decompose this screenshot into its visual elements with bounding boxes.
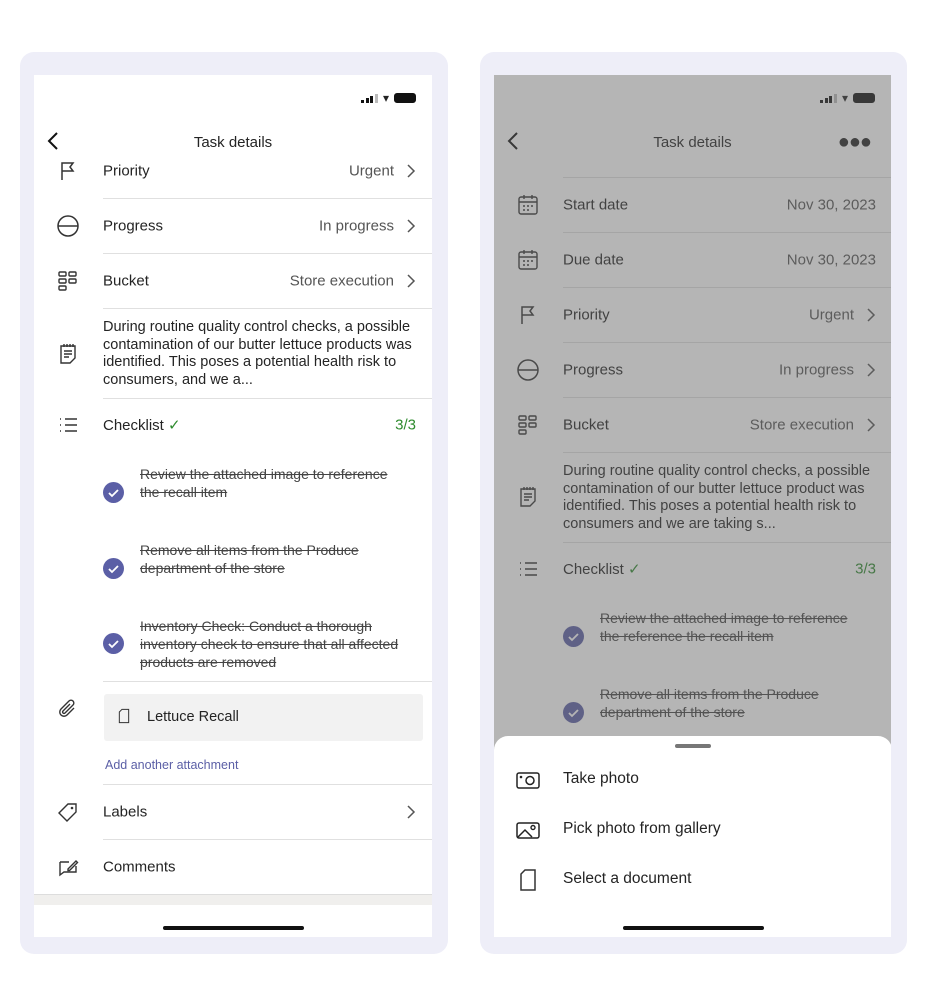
paperclip-icon bbox=[56, 697, 80, 721]
description[interactable]: During routine quality control checks, a… bbox=[103, 319, 423, 389]
chevron-right-icon bbox=[406, 805, 416, 819]
progress-label: Progress bbox=[103, 217, 164, 235]
home-indicator bbox=[623, 926, 764, 930]
bucket-value: Store execution bbox=[289, 272, 394, 290]
chevron-right-icon bbox=[406, 219, 416, 233]
attachment-bottom-sheet: Take photo Pick photo from gallery Selec… bbox=[494, 736, 891, 937]
checked-circle-icon[interactable] bbox=[103, 633, 124, 654]
pick-photo-option[interactable]: Pick photo from gallery bbox=[494, 810, 891, 850]
signal-icon bbox=[361, 93, 378, 103]
wifi-icon: ▾ bbox=[382, 91, 389, 105]
checkmark-icon: ✓ bbox=[168, 417, 181, 434]
flag-icon bbox=[56, 159, 80, 183]
status-bar: ▾ bbox=[361, 91, 416, 105]
phone-left: ▾ Task details Priority Urgent Progress … bbox=[20, 52, 448, 954]
bucket-label: Bucket bbox=[103, 272, 149, 290]
progress-row[interactable]: Progress In progress bbox=[34, 199, 432, 253]
labels-row[interactable]: Labels bbox=[34, 785, 432, 839]
chevron-right-icon bbox=[406, 274, 416, 288]
task-details-screen: ▾ Task details Priority Urgent Progress … bbox=[34, 75, 432, 937]
pick-photo-label: Pick photo from gallery bbox=[563, 820, 721, 837]
camera-icon bbox=[516, 772, 540, 789]
comments-row[interactable]: Comments bbox=[34, 840, 432, 894]
checklist-label: Checklist ✓ bbox=[103, 417, 181, 434]
priority-label: Priority bbox=[103, 162, 150, 180]
take-photo-option[interactable]: Take photo bbox=[494, 760, 891, 800]
attachment-name: Lettuce Recall bbox=[147, 709, 239, 725]
document-icon bbox=[516, 868, 540, 892]
chevron-right-icon bbox=[406, 164, 416, 178]
checked-circle-icon[interactable] bbox=[103, 558, 124, 579]
comment-icon bbox=[56, 855, 80, 879]
phone-right: ▾ Task details ●●● Start date Nov 30, 20… bbox=[480, 52, 907, 954]
checklist-count: 3/3 bbox=[395, 416, 416, 434]
bucket-icon bbox=[56, 269, 80, 293]
checklist-header: Checklist ✓ 3/3 bbox=[34, 398, 432, 452]
divider bbox=[103, 681, 432, 682]
priority-value: Urgent bbox=[348, 162, 394, 180]
checked-circle-icon[interactable] bbox=[103, 482, 124, 503]
document-icon bbox=[116, 708, 132, 724]
add-attachment-link[interactable]: Add another attachment bbox=[105, 758, 238, 772]
bucket-row[interactable]: Bucket Store execution bbox=[34, 254, 432, 308]
comments-label: Comments bbox=[103, 858, 176, 876]
battery-icon bbox=[394, 93, 416, 103]
progress-icon bbox=[56, 214, 80, 238]
priority-row[interactable]: Priority Urgent bbox=[34, 144, 432, 198]
notes-icon bbox=[56, 342, 80, 366]
select-document-option[interactable]: Select a document bbox=[494, 860, 891, 900]
drag-handle[interactable] bbox=[675, 744, 711, 748]
select-document-label: Select a document bbox=[563, 870, 692, 887]
checklist-icon bbox=[56, 413, 80, 437]
labels-label: Labels bbox=[103, 803, 148, 821]
tag-icon bbox=[56, 800, 80, 824]
take-photo-label: Take photo bbox=[563, 770, 639, 787]
progress-value: In progress bbox=[318, 217, 394, 235]
divider bbox=[103, 308, 432, 309]
footer-strip bbox=[34, 894, 432, 905]
task-details-screen-with-sheet: ▾ Task details ●●● Start date Nov 30, 20… bbox=[494, 75, 891, 937]
attachment-item[interactable]: Lettuce Recall bbox=[104, 694, 423, 741]
image-icon bbox=[516, 822, 540, 839]
home-indicator bbox=[163, 926, 304, 930]
